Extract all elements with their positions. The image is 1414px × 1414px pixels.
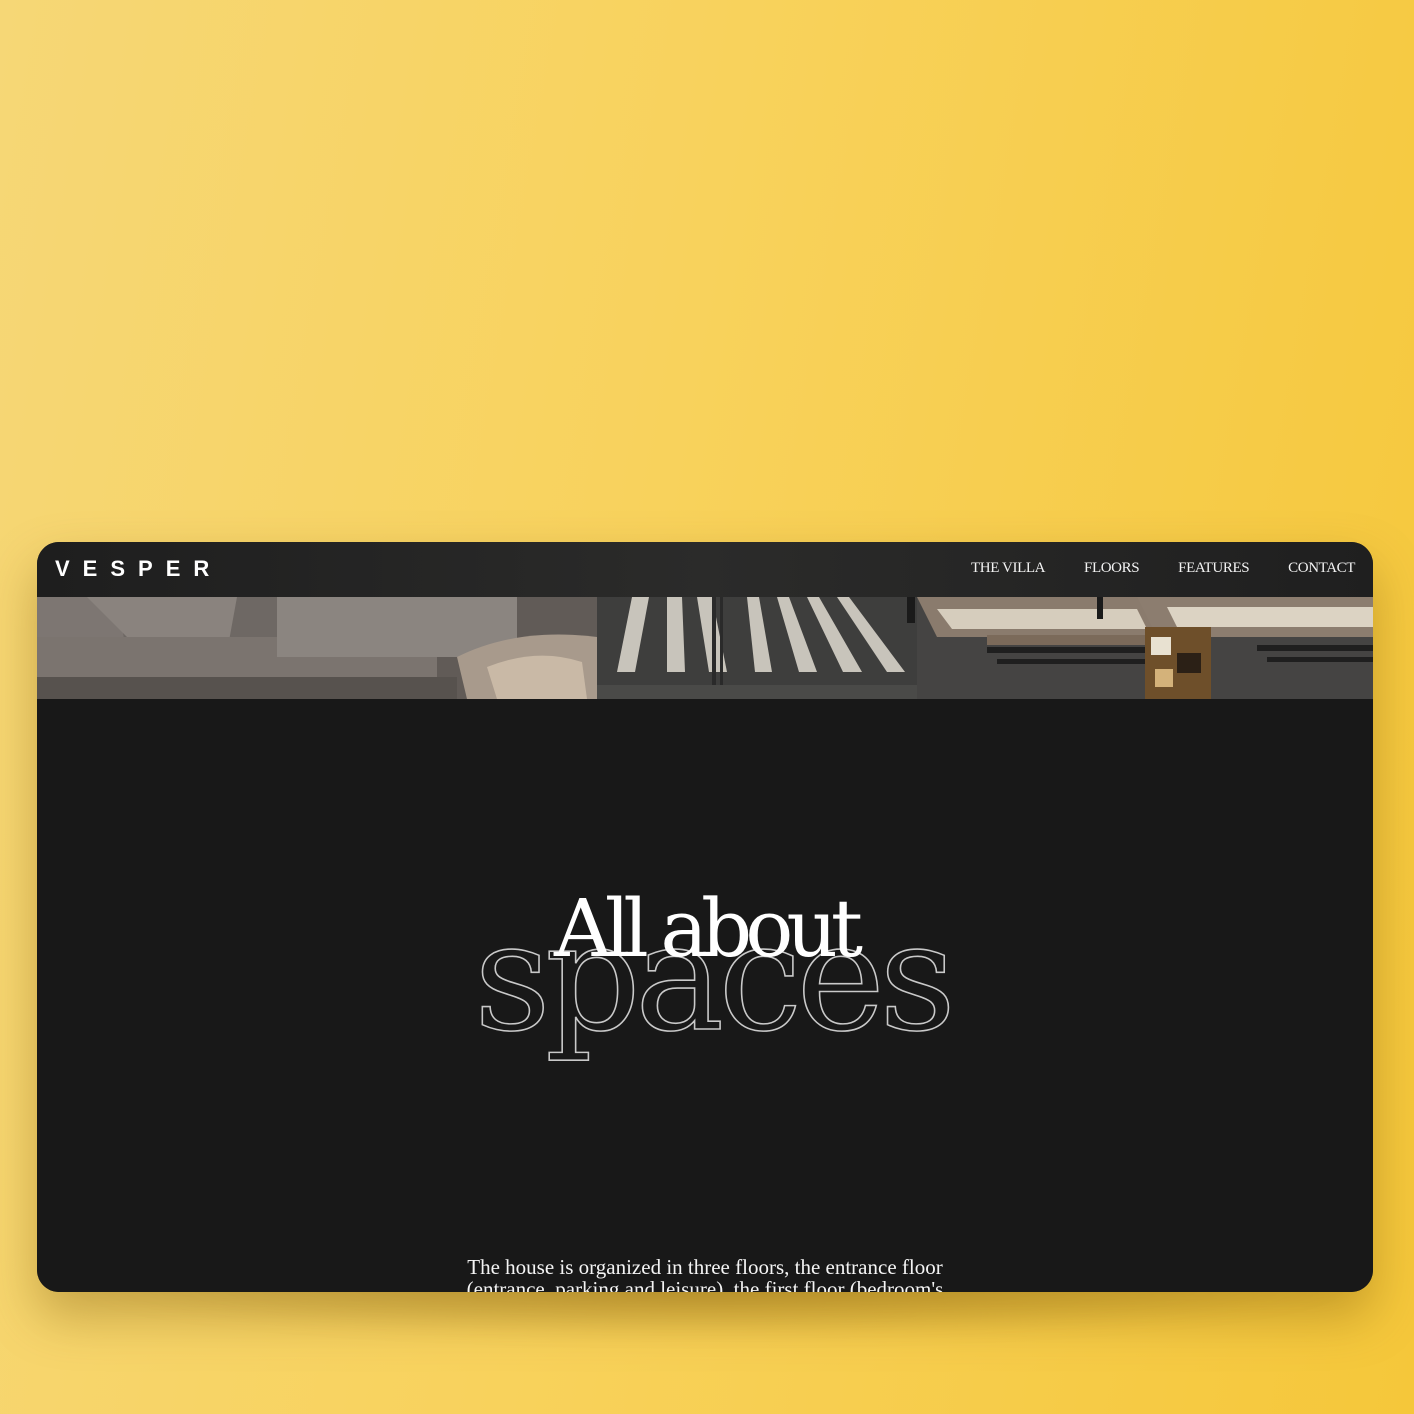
main-nav: THE VILLA FLOORS FEATURES CONTACT (971, 557, 1355, 579)
hero-title: All about (553, 882, 863, 975)
hero-body-text: The house is organized in three floors, … (466, 1255, 944, 1292)
vesper-logo[interactable]: VESPER (55, 554, 222, 584)
nav-item-features[interactable]: FEATURES (1178, 557, 1249, 579)
interior-photo-strip (37, 597, 1373, 699)
nav-item-contact[interactable]: CONTACT (1288, 557, 1355, 579)
nav-item-floors[interactable]: FLOORS (1084, 557, 1140, 579)
site-header: VESPER THE VILLA FLOORS FEATURES CONTACT (37, 542, 1373, 597)
interior-photo (37, 597, 1373, 699)
hero-section: spaces All about The house is organized … (37, 699, 1373, 1292)
nav-item-the-villa[interactable]: THE VILLA (971, 557, 1045, 579)
browser-window: VESPER THE VILLA FLOORS FEATURES CONTACT (37, 542, 1373, 1292)
